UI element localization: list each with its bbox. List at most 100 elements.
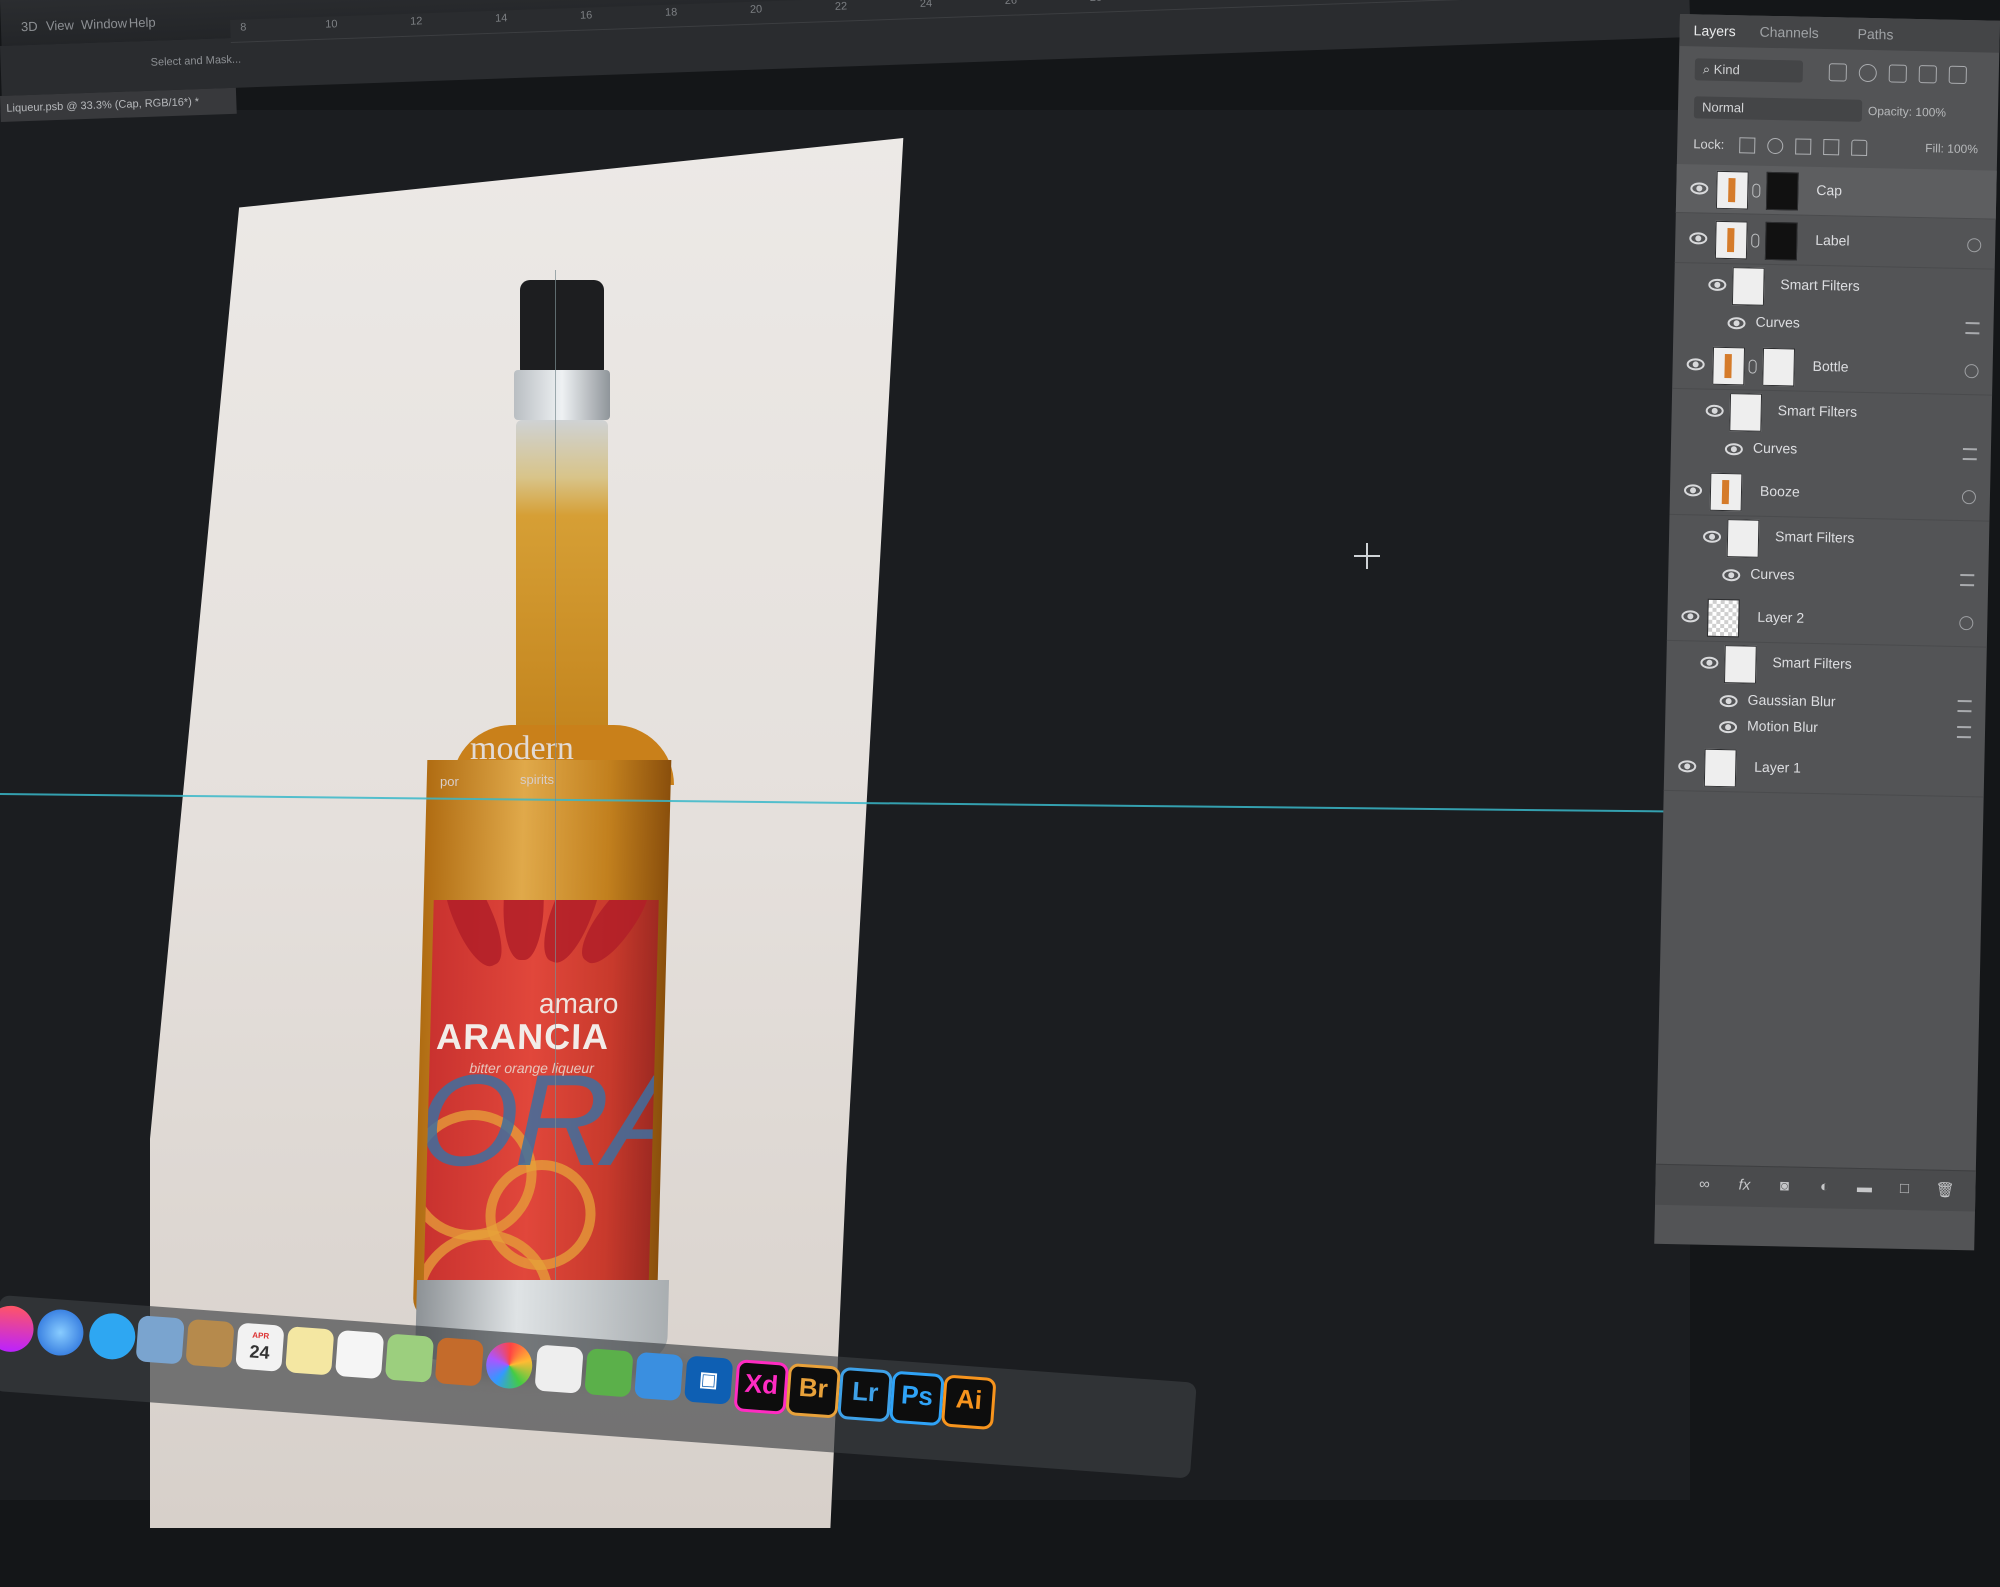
numbers-icon[interactable] (584, 1348, 634, 1398)
mask-thumbnail[interactable] (1764, 221, 1798, 261)
link-chain-icon[interactable] (1751, 233, 1760, 248)
notes-icon[interactable] (285, 1326, 335, 1376)
trash-icon[interactable]: 🗑 (1935, 1181, 1954, 1199)
lock-position-icon[interactable] (1795, 138, 1812, 155)
filter-kind-select[interactable]: ⌕ Kind (1694, 58, 1804, 83)
canvas-area[interactable]: ORA amaro ARANCIA bitter orange liqueur … (0, 110, 1690, 1528)
visibility-eye-icon[interactable] (1700, 656, 1719, 669)
xd-app-icon[interactable]: Xd (733, 1359, 790, 1415)
smart-filters-row[interactable]: Smart Filters (1674, 264, 1995, 311)
layer-bottle[interactable]: Bottle (1672, 339, 1994, 396)
bridge-app-icon[interactable]: Br (785, 1362, 842, 1419)
shape-filter-icon[interactable] (1918, 65, 1937, 84)
visibility-eye-icon[interactable] (1719, 694, 1738, 708)
visibility-eye-icon[interactable] (1678, 760, 1697, 773)
filter-name[interactable]: Motion Blur (1747, 718, 1818, 735)
visibility-eye-icon[interactable] (1681, 610, 1700, 623)
keynote-icon[interactable] (634, 1351, 684, 1402)
filter-mask-thumbnail[interactable] (1723, 645, 1757, 684)
filter-mask-thumbnail[interactable] (1729, 393, 1763, 432)
reminders-icon[interactable] (334, 1329, 385, 1380)
layer-name[interactable]: Layer 2 (1757, 609, 1804, 626)
illustrator-app-icon[interactable]: Ai (940, 1374, 997, 1431)
opacity-control[interactable]: Opacity: 100% (1868, 104, 1946, 120)
maps-icon[interactable] (384, 1333, 435, 1383)
visibility-eye-icon[interactable] (1718, 720, 1738, 734)
layer-name[interactable]: Smart Filters (1780, 276, 1860, 294)
filter-name[interactable]: Curves (1750, 566, 1795, 583)
visibility-eye-icon[interactable] (1690, 182, 1709, 195)
pages-icon[interactable] (534, 1344, 584, 1394)
fx-icon[interactable]: fx (1735, 1176, 1753, 1193)
mask-thumbnail[interactable] (1765, 171, 1799, 211)
smart-filters-row[interactable]: Smart Filters (1666, 642, 1987, 689)
group-icon[interactable]: ▬ (1855, 1179, 1873, 1196)
visibility-eye-icon[interactable] (1724, 443, 1744, 456)
visibility-eye-icon[interactable] (1705, 404, 1724, 418)
link-chain-icon[interactable] (1748, 359, 1757, 374)
messages-icon[interactable] (87, 1311, 137, 1361)
link-chain-icon[interactable] (1752, 183, 1761, 198)
filter-options-icon[interactable] (1962, 448, 1977, 461)
lock-transparent-icon[interactable] (1739, 137, 1756, 154)
smart-filters-row[interactable]: Smart Filters (1669, 516, 1990, 563)
menu-3d[interactable]: 3D (21, 19, 38, 35)
smart-object-filter-icon[interactable] (1948, 65, 1967, 85)
layer-name[interactable]: Label (1815, 232, 1850, 249)
pixel-filter-icon[interactable] (1828, 63, 1847, 82)
adjustment-filter-icon[interactable] (1858, 63, 1877, 83)
filter-name[interactable]: Curves (1753, 440, 1798, 457)
lock-image-icon[interactable] (1767, 137, 1784, 155)
filter-row-curves[interactable]: Curves (1668, 558, 1989, 597)
visibility-eye-icon[interactable] (1683, 484, 1703, 497)
layer-cap[interactable]: Cap (1675, 163, 1997, 220)
garageband-icon[interactable] (434, 1337, 484, 1387)
filter-row-curves[interactable]: Curves (1673, 306, 1994, 345)
visibility-eye-icon[interactable] (1702, 530, 1722, 543)
visibility-eye-icon[interactable] (1689, 232, 1708, 245)
safari-icon[interactable] (35, 1307, 86, 1358)
layer-layer-1[interactable]: Layer 1 (1663, 741, 1985, 798)
filter-name[interactable]: Curves (1755, 314, 1800, 331)
lock-all-icon[interactable] (1851, 139, 1868, 156)
lock-artboard-icon[interactable] (1823, 139, 1840, 156)
layer-name[interactable]: Smart Filters (1775, 528, 1855, 546)
photos-icon[interactable] (484, 1340, 534, 1391)
photoshop-app-icon[interactable]: Ps (889, 1370, 945, 1427)
tab-channels[interactable]: Channels (1759, 24, 1818, 41)
filter-options-icon[interactable] (1957, 699, 1972, 713)
visibility-eye-icon[interactable] (1686, 358, 1705, 371)
layer-name[interactable]: Smart Filters (1772, 654, 1852, 672)
calendar-icon[interactable]: APR 24 (235, 1322, 285, 1372)
blend-mode-select[interactable]: Normal (1693, 96, 1863, 122)
filter-row-curves[interactable]: Curves (1671, 432, 1992, 471)
layer-label[interactable]: Label (1674, 213, 1996, 270)
itunes-icon[interactable] (0, 1304, 36, 1354)
vertical-guide[interactable] (555, 270, 556, 1280)
layer-name[interactable]: Smart Filters (1778, 402, 1858, 420)
menu-view[interactable]: View (46, 17, 74, 33)
window-app-icon[interactable]: ▣ (684, 1355, 734, 1405)
link-icon[interactable]: ∞ (1695, 1176, 1713, 1193)
select-mask-button[interactable]: Select and Mask... (150, 54, 241, 69)
filter-options-icon[interactable] (1960, 573, 1975, 587)
layer-layer-2[interactable]: Layer 2 (1666, 591, 1988, 648)
filter-mask-thumbnail[interactable] (1726, 519, 1760, 558)
mask-icon[interactable]: ◙ (1775, 1177, 1793, 1194)
mask-thumbnail[interactable] (1762, 347, 1796, 387)
new-layer-icon[interactable]: □ (1895, 1180, 1913, 1197)
filter-mask-thumbnail[interactable] (1731, 267, 1765, 306)
layer-name[interactable]: Bottle (1812, 358, 1848, 375)
layer-booze[interactable]: Booze (1669, 465, 1991, 522)
type-filter-icon[interactable] (1888, 64, 1907, 83)
tab-layers[interactable]: Layers (1693, 22, 1735, 39)
menu-window[interactable]: Window (81, 16, 128, 33)
preview-icon[interactable] (135, 1315, 185, 1365)
layer-name[interactable]: Layer 1 (1754, 759, 1801, 776)
smart-filters-row[interactable]: Smart Filters (1671, 390, 1992, 437)
fill-control[interactable]: Fill: 100% (1925, 141, 1978, 156)
tab-paths[interactable]: Paths (1857, 26, 1893, 43)
filter-name[interactable]: Gaussian Blur (1747, 692, 1835, 710)
filter-options-icon[interactable] (1965, 322, 1980, 335)
visibility-eye-icon[interactable] (1708, 278, 1727, 292)
